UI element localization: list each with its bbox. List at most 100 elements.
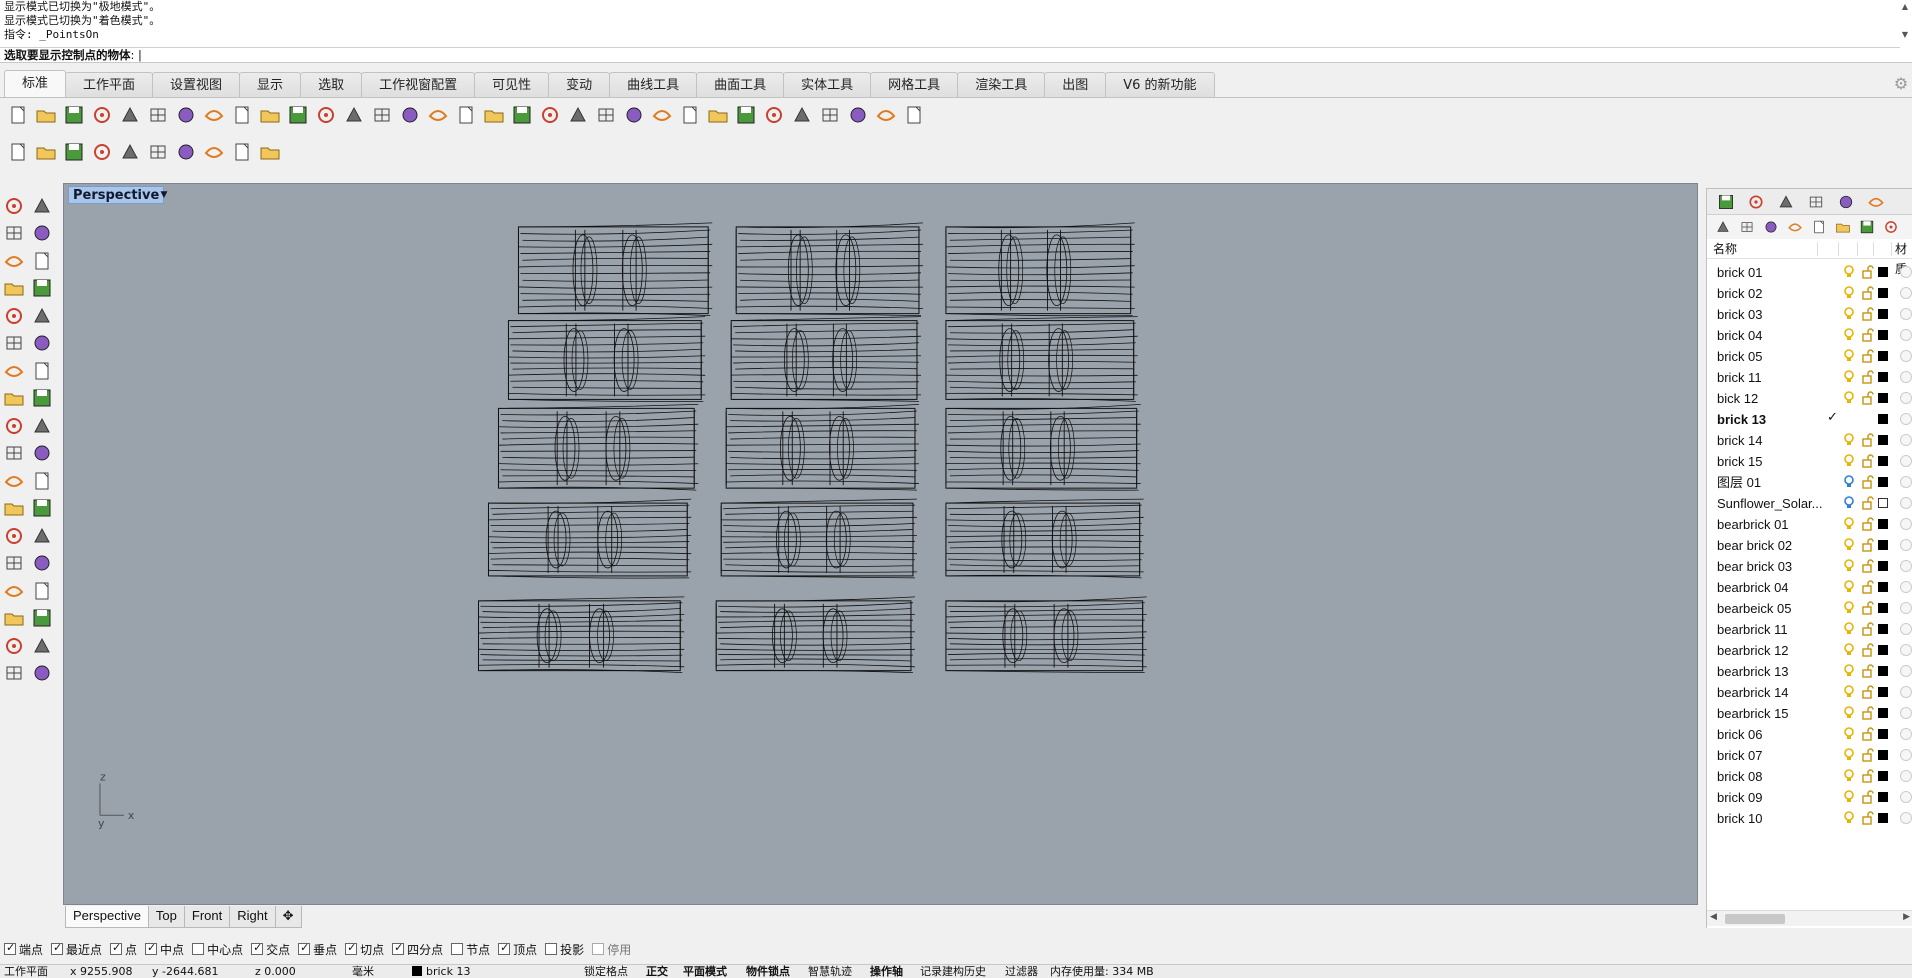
move-left-icon[interactable] — [1831, 216, 1855, 238]
mesh-icon[interactable] — [28, 385, 56, 412]
tab-0[interactable]: 标准 — [4, 70, 67, 98]
bucket-icon[interactable] — [28, 660, 56, 687]
layer-color-swatch[interactable] — [1878, 351, 1888, 361]
material-sphere-icon[interactable] — [1900, 686, 1912, 698]
layers-icon[interactable] — [1741, 191, 1771, 213]
surface-icon[interactable] — [0, 330, 28, 357]
osnap-toggle[interactable]: 物件锁点 — [746, 965, 790, 978]
undo-view-icon[interactable] — [424, 101, 452, 129]
layer-color-swatch[interactable] — [1878, 582, 1888, 592]
paste-icon[interactable] — [200, 101, 228, 129]
offset-icon[interactable] — [0, 495, 28, 522]
material-sphere-icon[interactable] — [1900, 497, 1912, 509]
layer-color-swatch[interactable] — [1878, 435, 1888, 445]
material-sphere-icon[interactable] — [1900, 812, 1912, 824]
snap-checkbox[interactable] — [392, 941, 405, 955]
material-sphere-icon[interactable] — [1900, 476, 1912, 488]
unlock-icon[interactable] — [1862, 265, 1874, 279]
visibility-bulb-icon[interactable] — [1843, 748, 1855, 762]
layer-color-swatch[interactable] — [1878, 477, 1888, 487]
layer-icon[interactable] — [648, 101, 676, 129]
ellipse-icon[interactable] — [28, 247, 56, 274]
visibility-bulb-icon[interactable] — [1843, 496, 1855, 510]
material-sphere-icon[interactable] — [1900, 560, 1912, 572]
gumball-icon[interactable] — [28, 605, 56, 632]
tab-1[interactable]: 工作平面 — [65, 72, 154, 98]
four-viewports-icon[interactable] — [452, 101, 480, 129]
ortho-toggle[interactable]: 正交 — [646, 965, 668, 978]
perspective-viewport[interactable]: z x y Perspective ▼ — [63, 183, 1698, 905]
unlock-icon[interactable] — [1862, 664, 1874, 678]
scroll-up-icon[interactable]: ▲ — [1900, 2, 1910, 11]
scrollbar-thumb[interactable] — [1725, 914, 1785, 924]
layer-color-swatch[interactable] — [1878, 750, 1888, 760]
filter-button[interactable]: 过滤器 — [1005, 965, 1038, 978]
viewport-tab-1[interactable]: Top — [147, 906, 185, 928]
box-view-icon[interactable] — [60, 138, 88, 166]
unlock-icon[interactable] — [1862, 475, 1874, 489]
curve-icon[interactable] — [28, 220, 56, 247]
tab-14[interactable]: V6 的新功能 — [1105, 72, 1215, 98]
layer-row[interactable]: bearbeick 05 — [1707, 598, 1912, 619]
snap-checkbox[interactable] — [192, 943, 205, 955]
material-sphere-icon[interactable] — [1900, 392, 1912, 404]
layer-color-swatch[interactable] — [1878, 414, 1888, 424]
options-icon[interactable] — [816, 101, 844, 129]
layer-row[interactable]: brick 05 — [1707, 346, 1912, 367]
command-prompt[interactable]: 选取要显示控制点的物体: | — [0, 47, 1900, 62]
layer-row[interactable]: brick 06 — [1707, 724, 1912, 745]
flag-icon[interactable] — [788, 101, 816, 129]
ghost-icon[interactable] — [116, 138, 144, 166]
snap-checkbox[interactable] — [251, 941, 264, 955]
snap-option[interactable]: 四分点 — [392, 941, 443, 958]
print-icon[interactable] — [88, 101, 116, 129]
snap-checkbox[interactable] — [110, 941, 123, 955]
visibility-bulb-icon[interactable] — [1843, 769, 1855, 783]
layer-row[interactable]: bearbrick 12 — [1707, 640, 1912, 661]
camera-icon[interactable] — [564, 101, 592, 129]
trim-icon[interactable] — [28, 440, 56, 467]
snap-option[interactable]: 切点 — [345, 941, 384, 958]
boolean-icon[interactable] — [0, 412, 28, 439]
globe-icon[interactable] — [872, 101, 900, 129]
unlock-icon[interactable] — [1862, 286, 1874, 300]
tab-6[interactable]: 可见性 — [474, 72, 550, 98]
material-sphere-icon[interactable] — [1900, 728, 1912, 740]
text-icon[interactable] — [0, 522, 28, 549]
unlock-icon[interactable] — [1862, 748, 1874, 762]
visibility-bulb-icon[interactable] — [1843, 286, 1855, 300]
layer-row[interactable]: brick 14 — [1707, 430, 1912, 451]
unlock-icon[interactable] — [1862, 790, 1874, 804]
layer-row[interactable]: bearbrick 13 — [1707, 661, 1912, 682]
target-icon[interactable] — [256, 138, 284, 166]
viewport-tab-3[interactable]: Right — [229, 906, 276, 928]
grid-snap-toggle[interactable]: 锁定格点 — [584, 965, 628, 978]
hatch-icon[interactable] — [28, 577, 56, 604]
new-icon[interactable] — [4, 101, 32, 129]
snap-option[interactable]: 端点 — [4, 941, 43, 958]
cplane-label[interactable]: 工作平面 — [4, 965, 48, 978]
scale-icon[interactable] — [28, 522, 56, 549]
unlock-icon[interactable] — [1862, 559, 1874, 573]
material-sphere-icon[interactable] — [1900, 308, 1912, 320]
tools-icon[interactable] — [1879, 216, 1903, 238]
help-icon[interactable] — [900, 101, 928, 129]
layer-row[interactable]: brick 13 ✓ — [1707, 409, 1912, 430]
layer-row[interactable]: bearbrick 14 — [1707, 682, 1912, 703]
layer-row[interactable]: bear brick 03 — [1707, 556, 1912, 577]
explode-icon[interactable] — [28, 412, 56, 439]
layer-color-swatch[interactable] — [1878, 309, 1888, 319]
snap-option[interactable]: 中点 — [145, 941, 184, 958]
layer-row[interactable]: brick 15 — [1707, 451, 1912, 472]
move-down-icon[interactable] — [1807, 216, 1831, 238]
layer-row[interactable]: bear brick 02 — [1707, 535, 1912, 556]
snap-option[interactable]: 节点 — [451, 941, 490, 958]
history-toggle[interactable]: 记录建构历史 — [920, 965, 986, 978]
paint-icon[interactable] — [0, 632, 28, 659]
layer-row[interactable]: brick 02 — [1707, 283, 1912, 304]
planar-toggle[interactable]: 平面模式 — [683, 965, 727, 978]
horizontal-scrollbar[interactable]: ◀ ▶ — [1707, 910, 1912, 926]
unlock-icon[interactable] — [1862, 769, 1874, 783]
visibility-bulb-icon[interactable] — [1843, 685, 1855, 699]
material-sphere-icon[interactable] — [1900, 581, 1912, 593]
